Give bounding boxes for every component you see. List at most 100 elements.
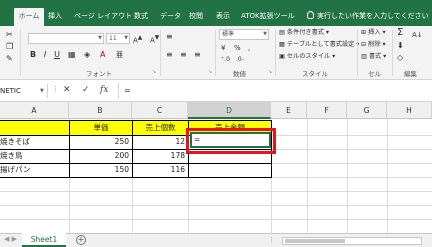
italic-icon[interactable]: I	[40, 50, 50, 60]
conditional-format-button[interactable]: ▤ 条件付き書式 ▾	[279, 28, 329, 37]
percent-icon[interactable]: %	[234, 43, 241, 53]
gridline	[347, 119, 348, 233]
horizontal-scrollbar[interactable]	[282, 237, 422, 245]
clear-icon[interactable]: ◇	[397, 53, 403, 63]
group-label-font: フォント	[86, 70, 112, 78]
table-cell-price[interactable]: 150	[70, 163, 132, 177]
tell-me-search[interactable]: 実行したい作業を入力してください	[307, 8, 429, 26]
column-header-e[interactable]: E	[271, 102, 307, 119]
align-top-icon[interactable]: ≡	[166, 32, 173, 42]
sheet-tab-bar: ◀ ▶ Sheet1 + ⋮	[0, 233, 432, 247]
table-cell-price[interactable]: 200	[70, 149, 132, 163]
font-name-combo[interactable]: ▼	[28, 33, 104, 44]
shrink-font-icon[interactable]: A▼	[150, 33, 159, 45]
align-right-icon[interactable]: ≡	[194, 50, 201, 60]
dialog-launcher-icon[interactable]: ↘	[152, 69, 156, 75]
more-icon[interactable]: ⋮	[52, 85, 59, 93]
dialog-launcher-icon[interactable]: ↘	[208, 69, 212, 75]
underline-icon[interactable]: U	[52, 50, 62, 60]
tab-data[interactable]: データ	[160, 8, 181, 26]
table-header-cell[interactable]: 単価	[70, 121, 132, 135]
column-header-a[interactable]: A	[0, 102, 69, 119]
dialog-launcher-icon[interactable]: ↘	[268, 69, 272, 75]
column-header-c[interactable]: C	[132, 102, 188, 119]
scrollbar-thumb[interactable]	[285, 239, 345, 243]
comma-icon[interactable]: ,	[248, 43, 250, 53]
table-cell-qty[interactable]: 12	[133, 135, 188, 149]
borders-icon[interactable]: ▦	[68, 50, 76, 60]
table-cell-amount[interactable]	[189, 163, 271, 177]
format-cells-label: 書式	[368, 53, 382, 60]
table-cell-price[interactable]: 250	[70, 135, 132, 149]
column-header-d[interactable]: D	[188, 102, 271, 119]
sheet-nav-icon[interactable]: ◀ ▶	[4, 235, 17, 243]
decrease-decimal-icon[interactable]: .0₋	[236, 55, 245, 65]
column-header-h[interactable]: H	[387, 102, 432, 119]
delete-cells-button[interactable]: ⊟ 削除 ▾	[361, 40, 386, 49]
fill-icon[interactable]: ⬇	[397, 41, 404, 51]
worksheet-grid[interactable]: A B C D E F G H 単価 売上個数 売上金額 焼きそば 250 12…	[0, 102, 432, 233]
format-painter-icon[interactable]: ✎	[6, 54, 13, 64]
tab-home[interactable]: ホーム	[14, 8, 44, 26]
table-header-cell[interactable]: 売上個数	[133, 121, 188, 135]
insert-function-icon[interactable]: fx	[100, 84, 108, 97]
autosum-icon[interactable]: Σ	[397, 28, 403, 38]
cut-icon[interactable]: ✂	[6, 30, 13, 40]
format-as-table-button[interactable]: ▦ テーブルとして書式設定 ▾	[279, 40, 359, 49]
tab-page-layout[interactable]: ページ レイアウト	[74, 8, 132, 26]
bold-icon[interactable]: B	[28, 50, 38, 60]
name-box-value: NETIC	[0, 87, 21, 95]
name-box[interactable]: NETIC ▼	[0, 84, 48, 98]
tab-formulas[interactable]: 数式	[134, 8, 148, 26]
number-format-combo[interactable]: 標準 ▼	[219, 29, 269, 40]
fill-color-icon[interactable]: ◈	[84, 50, 90, 60]
format-as-table-label: テーブルとして書式設定	[286, 41, 355, 48]
ribbon-tab-bar: ホーム 挿入 ページ レイアウト 数式 データ 校閲 表示 ATOK拡張ツール …	[0, 0, 432, 26]
add-sheet-icon[interactable]: +	[76, 235, 86, 245]
group-label-editing: 編集	[404, 70, 417, 78]
cancel-icon[interactable]: ✕	[63, 84, 71, 97]
currency-icon[interactable]: ¥	[221, 43, 225, 53]
table-cell-qty[interactable]: 116	[133, 163, 188, 177]
table-cell-qty[interactable]: 178	[133, 149, 188, 163]
tab-insert[interactable]: 挿入	[48, 8, 62, 26]
column-header-b[interactable]: B	[69, 102, 132, 119]
copy-icon[interactable]: ❐	[6, 42, 13, 52]
table-cell-item[interactable]: 揚げパン	[0, 163, 69, 177]
group-label-number: 数値	[233, 70, 246, 78]
enter-icon[interactable]: ✓	[82, 84, 90, 97]
column-header-f[interactable]: F	[307, 102, 347, 119]
align-left-icon[interactable]: ≡	[166, 50, 173, 60]
group-separator	[20, 30, 21, 76]
tab-review[interactable]: 校閲	[189, 8, 203, 26]
sort-filter-icon[interactable]: A↓	[412, 30, 423, 40]
cell-styles-button[interactable]: ▣ セルのスタイル ▾	[279, 52, 335, 61]
phonetic-icon[interactable]: 亜	[116, 50, 123, 60]
gridline	[0, 205, 432, 206]
formula-bar: NETIC ▼ ⋮ ✕ ✓ fx =	[0, 80, 432, 102]
table-cell-item[interactable]: 焼き鳥	[0, 149, 69, 163]
chevron-down-icon: ▼	[124, 35, 128, 41]
group-separator	[160, 30, 161, 76]
tab-view[interactable]: 表示	[216, 8, 230, 26]
format-cells-button[interactable]: ▥ 書式 ▾	[361, 52, 386, 61]
formula-input[interactable]: =	[124, 84, 424, 98]
highlight-box	[186, 128, 276, 154]
align-center-icon[interactable]: ≡	[180, 50, 187, 60]
sheet-tab[interactable]: Sheet1	[22, 233, 66, 247]
font-color-icon[interactable]: A	[100, 50, 105, 60]
increase-decimal-icon[interactable]: ⁺.0	[221, 55, 230, 65]
table-cell-item[interactable]: 焼きそば	[0, 135, 69, 149]
group-label-styles: スタイル	[302, 70, 328, 78]
gridline	[307, 119, 308, 233]
more-icon[interactable]: ⋮	[268, 236, 275, 244]
lightbulb-icon	[307, 11, 314, 19]
group-label-cells: セル	[368, 70, 381, 78]
number-format-value: 標準	[222, 31, 235, 38]
tab-atok-tools[interactable]: ATOK拡張ツール	[241, 8, 295, 26]
column-header-g[interactable]: G	[347, 102, 387, 119]
insert-cells-button[interactable]: ⊞ 挿入 ▾	[361, 28, 386, 37]
grow-font-icon[interactable]: A▲	[133, 33, 142, 45]
tell-me-text: 実行したい作業を入力してください	[317, 12, 429, 20]
font-size-combo[interactable]: 11 ▼	[106, 33, 130, 44]
